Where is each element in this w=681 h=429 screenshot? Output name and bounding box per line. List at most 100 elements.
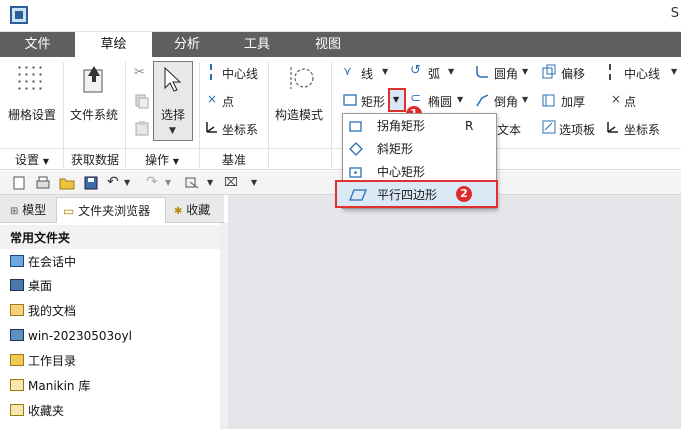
graphics-area[interactable]	[228, 195, 681, 429]
construct-mode-icon	[290, 67, 314, 89]
slanted-rectangle-icon	[349, 142, 363, 156]
line-icon: ⋎	[343, 64, 352, 78]
tab-analysis[interactable]: 分析	[152, 32, 222, 57]
chamfer-button[interactable]: 倒角	[494, 93, 518, 110]
folder-favorites[interactable]: 收藏夹	[10, 399, 64, 423]
chamfer-dropdown-icon[interactable]: ▼	[522, 95, 528, 104]
offset-button[interactable]: 偏移	[561, 65, 585, 82]
coord-system-icon	[206, 122, 217, 133]
chevron-down-icon: ▼	[172, 157, 179, 166]
common-folders-title: 常用文件夹	[10, 231, 71, 245]
group-operations[interactable]: 操作 ▼	[128, 151, 196, 169]
menu-item-parallelogram[interactable]: 平行四边形	[335, 180, 498, 208]
centerline2-button[interactable]: 中心线	[624, 65, 660, 82]
close-window-icon[interactable]: ⌧	[224, 175, 238, 189]
thicken-button[interactable]: 加厚	[561, 93, 585, 110]
fillet-dropdown-icon[interactable]: ▼	[522, 67, 528, 76]
ribbon-tab-bar: 文件 草绘 分析 工具 视图	[0, 32, 681, 58]
redo-icon[interactable]: ↷	[146, 174, 158, 190]
undo-dropdown-icon[interactable]: ▼	[124, 178, 130, 187]
cursor-arrow-icon	[164, 66, 182, 92]
rectangle-dropdown-button[interactable]: ▼	[388, 88, 406, 112]
fillet-button[interactable]: 圆角	[494, 65, 518, 82]
save-icon[interactable]	[84, 176, 98, 190]
tab-view[interactable]: 视图	[292, 32, 364, 57]
regenerate-dropdown-icon[interactable]: ▼	[207, 178, 213, 187]
open-folder-icon[interactable]	[59, 176, 75, 190]
ellipse-dropdown-icon[interactable]: ▼	[457, 95, 463, 104]
chevron-down-icon: ▼	[42, 157, 49, 166]
text-button[interactable]: 文本	[497, 121, 521, 138]
line-dropdown-icon[interactable]: ▼	[382, 67, 388, 76]
scissors-icon[interactable]: ✂	[133, 63, 149, 79]
file-system-button[interactable]: 文件系统	[66, 106, 122, 123]
coord-system-button[interactable]: 坐标系	[222, 121, 258, 138]
tab-model-tree[interactable]: ⊞ 模型	[4, 197, 54, 223]
library-icon	[10, 379, 24, 391]
centerline2-dropdown-icon[interactable]: ▼	[671, 67, 677, 76]
copy-icon[interactable]	[134, 93, 150, 109]
folder-desktop[interactable]: 桌面	[10, 274, 52, 298]
tab-favorites[interactable]: ✱ 收藏	[168, 197, 222, 223]
title-bar: S	[0, 0, 681, 32]
select-label: 选择	[160, 108, 185, 122]
group-separator	[199, 62, 200, 168]
group-settings[interactable]: 设置 ▼	[4, 151, 60, 169]
parallelogram-icon	[349, 189, 367, 201]
folder-working-directory[interactable]: 工作目录	[10, 349, 76, 373]
customize-toolbar-icon[interactable]: ▼	[251, 178, 257, 187]
point2-button[interactable]: 点	[624, 93, 636, 110]
folder-my-documents[interactable]: 我的文档	[10, 299, 76, 323]
redo-dropdown-icon[interactable]: ▼	[165, 178, 171, 187]
grid-icon	[16, 64, 46, 90]
monitor-icon	[10, 255, 24, 267]
centerline-button[interactable]: 中心线	[222, 65, 258, 82]
arc-dropdown-icon[interactable]: ▼	[448, 67, 454, 76]
folder-manikin-library[interactable]: Manikin 库	[10, 374, 90, 398]
tab-sketch[interactable]: 草绘	[75, 32, 152, 58]
group-separator	[331, 62, 332, 168]
palette-button[interactable]: 选项板	[559, 121, 595, 138]
folder-computer[interactable]: win-20230503oyl	[10, 324, 132, 348]
group-operations-label: 操作	[145, 153, 170, 167]
favorites-icon	[10, 404, 24, 416]
fillet-icon	[476, 66, 488, 78]
print-icon[interactable]	[35, 176, 51, 190]
folder-icon: ▭	[63, 204, 75, 218]
paste-icon[interactable]	[134, 120, 150, 136]
line-button[interactable]: 线	[361, 65, 373, 82]
window-title: S	[670, 6, 679, 21]
menu-item-slanted-rectangle[interactable]: 斜矩形	[343, 138, 496, 161]
arc-button[interactable]: 弧	[428, 65, 440, 82]
group-get-data: 获取数据	[70, 153, 119, 167]
undo-icon[interactable]: ↶	[107, 174, 119, 190]
chamfer-icon	[476, 94, 489, 107]
rectangle-icon	[343, 94, 357, 106]
star-icon: ✱	[174, 206, 183, 217]
tab-file[interactable]: 文件	[0, 32, 75, 57]
tab-folder-browser[interactable]: ▭ 文件夹浏览器	[56, 197, 166, 223]
ellipse-button[interactable]: 椭圆	[428, 93, 452, 110]
group-label-divider	[0, 148, 681, 149]
file-system-icon	[83, 66, 103, 93]
point2-icon: ×	[611, 92, 622, 106]
construct-mode-button[interactable]: 构造模式	[271, 106, 327, 123]
thicken-icon	[542, 94, 555, 107]
model-tree-icon: ⊞	[10, 206, 19, 217]
group-separator	[268, 62, 269, 168]
folder-in-session[interactable]: 在会话中	[10, 250, 76, 274]
app-icon	[10, 6, 28, 24]
offset-icon	[542, 64, 556, 79]
select-dropdown-arrow-icon: ▼	[169, 126, 176, 136]
ellipse-icon: ⊂	[410, 91, 421, 106]
coord-system2-button[interactable]: 坐标系	[624, 121, 660, 138]
rectangle-button[interactable]: 矩形	[361, 93, 385, 110]
point-button[interactable]: 点	[222, 93, 234, 110]
menu-item-corner-rectangle[interactable]: 拐角矩形 R	[343, 115, 496, 138]
new-file-icon[interactable]	[12, 176, 26, 190]
computer-icon	[10, 329, 24, 341]
tab-tools[interactable]: 工具	[222, 32, 292, 57]
regenerate-icon[interactable]	[184, 176, 200, 190]
grid-settings-button[interactable]: 栅格设置	[4, 106, 60, 123]
panel-scrollbar[interactable]	[220, 223, 228, 429]
